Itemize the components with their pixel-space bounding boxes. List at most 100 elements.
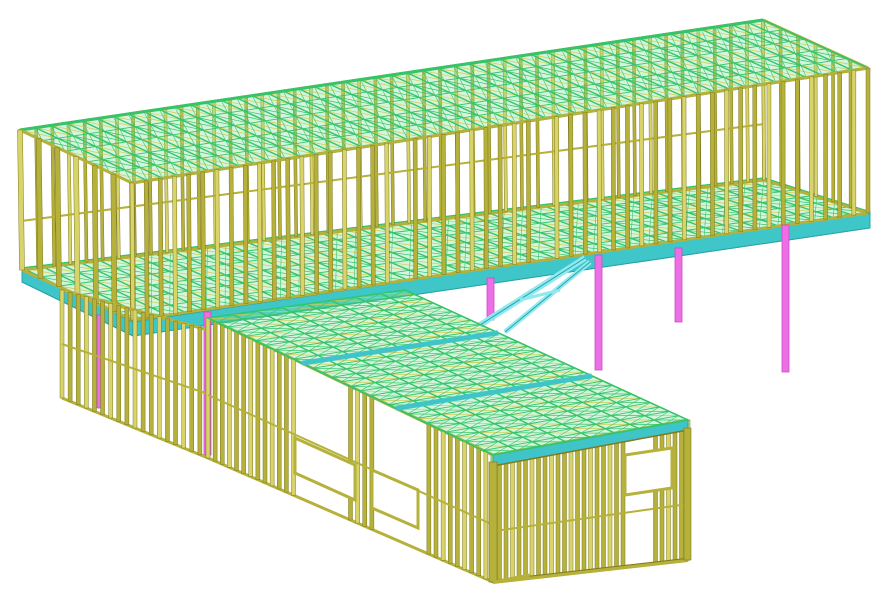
stud bbox=[526, 120, 532, 263]
stud bbox=[497, 453, 502, 582]
stud bbox=[511, 123, 517, 265]
stud bbox=[227, 328, 232, 468]
stud bbox=[284, 355, 289, 493]
stud bbox=[695, 94, 701, 238]
stud bbox=[865, 67, 871, 214]
stud bbox=[356, 147, 362, 288]
stud bbox=[497, 125, 503, 267]
stud bbox=[659, 424, 665, 564]
stud bbox=[554, 116, 560, 259]
stud bbox=[384, 142, 390, 284]
stud bbox=[476, 447, 481, 577]
stud bbox=[129, 182, 136, 321]
stud bbox=[241, 334, 246, 474]
stud bbox=[625, 105, 630, 249]
stud bbox=[234, 331, 239, 471]
stud bbox=[653, 100, 659, 245]
stud bbox=[620, 431, 626, 568]
corner-post bbox=[683, 427, 692, 561]
stud bbox=[220, 324, 225, 465]
model-viewport[interactable] bbox=[0, 0, 895, 601]
stud bbox=[342, 149, 348, 290]
stud bbox=[362, 393, 367, 527]
stud bbox=[212, 321, 218, 462]
stud bbox=[412, 138, 418, 280]
stud bbox=[536, 446, 541, 578]
stud bbox=[823, 74, 828, 220]
corner-post bbox=[488, 461, 498, 583]
stud bbox=[575, 439, 580, 573]
stud bbox=[588, 437, 593, 572]
stud bbox=[483, 127, 489, 269]
stud bbox=[228, 167, 235, 306]
stud bbox=[248, 338, 253, 477]
stud bbox=[581, 438, 587, 572]
stud bbox=[426, 136, 433, 278]
stud bbox=[555, 443, 561, 575]
support-column bbox=[594, 254, 603, 371]
stud bbox=[549, 444, 554, 576]
stud bbox=[205, 317, 211, 459]
stud bbox=[200, 171, 206, 310]
stud bbox=[313, 154, 320, 294]
stud bbox=[679, 420, 684, 561]
stud bbox=[510, 451, 515, 581]
stud bbox=[143, 180, 150, 319]
stud bbox=[724, 89, 729, 234]
stud bbox=[242, 165, 249, 304]
stud bbox=[542, 445, 548, 577]
stud bbox=[110, 173, 118, 312]
stud bbox=[269, 348, 275, 487]
stud bbox=[667, 98, 673, 243]
stud bbox=[370, 145, 376, 286]
stud bbox=[158, 178, 164, 317]
stud bbox=[285, 158, 291, 298]
stud bbox=[277, 352, 282, 490]
stud bbox=[523, 448, 528, 579]
stud bbox=[794, 78, 800, 224]
stud bbox=[851, 69, 857, 216]
stud bbox=[448, 434, 453, 564]
stud bbox=[299, 156, 305, 296]
stud bbox=[516, 450, 522, 580]
stud bbox=[568, 440, 574, 574]
stud bbox=[837, 72, 842, 218]
stud bbox=[681, 96, 687, 240]
stud bbox=[455, 131, 461, 273]
stud bbox=[529, 447, 535, 578]
stud bbox=[503, 452, 509, 581]
stud bbox=[610, 107, 616, 251]
stud bbox=[91, 165, 99, 304]
stud bbox=[441, 134, 447, 275]
stud bbox=[186, 173, 192, 313]
stud bbox=[257, 162, 263, 302]
steel-frame-model bbox=[0, 0, 895, 601]
support-column bbox=[674, 247, 683, 323]
stud bbox=[214, 169, 221, 308]
stud bbox=[440, 430, 446, 561]
stud bbox=[426, 423, 432, 555]
stud bbox=[582, 111, 588, 255]
stud bbox=[355, 389, 360, 524]
stud bbox=[738, 87, 744, 232]
stud bbox=[327, 151, 334, 292]
stud bbox=[601, 434, 606, 570]
stud bbox=[614, 432, 619, 569]
stud bbox=[568, 114, 574, 257]
stud bbox=[653, 425, 658, 564]
stud bbox=[483, 451, 489, 580]
stud bbox=[596, 109, 602, 253]
window-opening bbox=[623, 446, 674, 497]
stud bbox=[752, 85, 758, 230]
stud bbox=[710, 92, 715, 236]
stud bbox=[291, 358, 296, 496]
stud bbox=[455, 437, 460, 567]
stud bbox=[594, 436, 600, 571]
stud bbox=[780, 81, 786, 226]
stud bbox=[607, 433, 613, 570]
stud bbox=[562, 441, 567, 575]
stud bbox=[172, 176, 178, 315]
stud bbox=[255, 341, 261, 480]
stud bbox=[262, 345, 268, 484]
stud bbox=[271, 160, 277, 300]
